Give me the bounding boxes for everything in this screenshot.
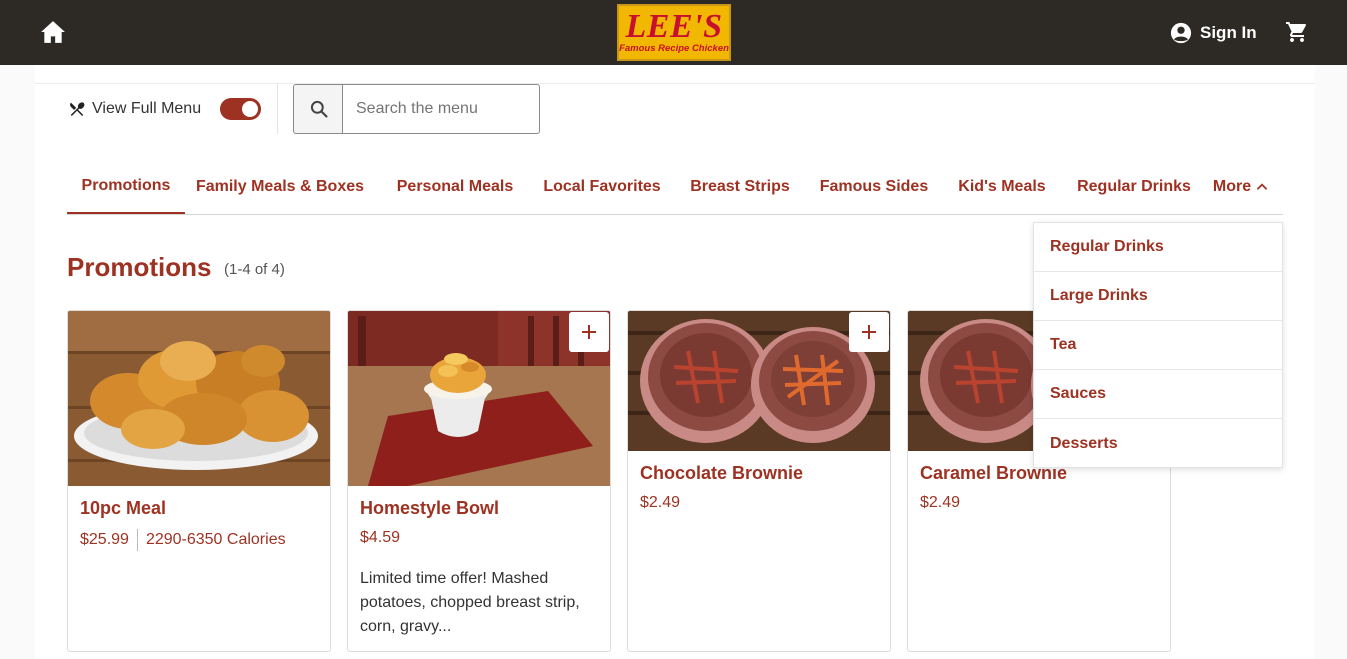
tab-personal-meals[interactable]: Personal Meals [389,160,521,214]
sign-in-label: Sign In [1200,23,1257,42]
top-bar: LEE'S Famous Recipe Chicken Sign In [0,0,1347,65]
search-button[interactable] [293,84,343,134]
search-icon [310,100,328,118]
dropdown-item-regular-drinks[interactable]: Regular Drinks [1034,223,1282,272]
tab-label: Breast Strips [690,178,790,195]
tab-label: More [1212,178,1252,195]
cart-icon [1286,22,1307,42]
view-full-menu-label: View Full Menu [92,100,202,117]
dropdown-item-desserts[interactable]: Desserts [1034,419,1282,468]
home-button[interactable] [33,12,73,52]
tab-breast-strips[interactable]: Breast Strips [685,160,795,214]
dropdown-item-sauces[interactable]: Sauces [1034,370,1282,419]
tab-label: Famous Sides [819,178,929,195]
view-full-menu: View Full Menu [68,98,201,120]
more-dropdown: Regular Drinks Large Drinks Tea Sauces D… [1033,222,1283,468]
price-row: $25.99 2290-6350 Calories [80,529,286,551]
item-price: $2.49 [920,494,961,511]
tab-regular-drinks[interactable]: Regular Drinks [1072,160,1196,214]
price-row: $2.49 [920,494,960,512]
divider [35,83,1315,84]
item-description: Limited time offer! Mashed potatoes, cho… [360,570,580,635]
item-price: $25.99 [80,531,129,548]
section-count: (1-4 of 4) [224,261,285,278]
item-calories: 2290-6350 Calories [145,531,286,548]
category-tabs: Promotions Family Meals & Boxes Personal… [67,160,1283,215]
item-name: 10pc Meal [80,498,167,518]
plus-icon [582,325,596,339]
lees-logo[interactable]: LEE'S Famous Recipe Chicken [617,4,731,61]
tab-kids-meals[interactable]: Kid's Meals [953,160,1051,214]
logo-main-text: LEE'S [625,8,723,45]
divider [277,84,278,134]
section-title: Promotions [67,252,212,282]
home-icon [41,21,65,43]
utensils-icon [70,102,85,116]
view-full-menu-toggle[interactable] [220,98,261,120]
chevron-up-icon [1257,183,1268,190]
menu-card-homestyle-bowl[interactable]: Homestyle Bowl $4.59 Limited time offer!… [347,310,611,652]
fried-chicken-image [68,311,330,486]
dropdown-item-tea[interactable]: Tea [1034,321,1282,370]
logo-sub-text: Famous Recipe Chicken [619,43,729,54]
tab-label: Promotions [81,177,171,194]
tab-label: Regular Drinks [1077,178,1191,195]
account-circle-icon [1170,22,1192,44]
tab-local-favorites[interactable]: Local Favorites [537,160,667,214]
price-row: $2.49 [640,494,680,512]
cart-button[interactable] [1277,12,1317,52]
toggle-knob [242,101,258,117]
divider [136,529,138,551]
search-input[interactable] [342,84,540,134]
menu-card-10pc-meal[interactable]: 10pc Meal $25.99 2290-6350 Calories [67,310,331,652]
add-to-order-button[interactable] [849,312,889,352]
sign-in-button[interactable]: Sign In [1170,20,1257,46]
plus-icon [862,325,876,339]
price-row: $4.59 [360,529,400,547]
item-price: $4.59 [360,529,401,546]
tab-label: Kid's Meals [958,178,1046,195]
tab-label: Local Favorites [543,178,661,195]
menu-card-chocolate-brownie[interactable]: Chocolate Brownie $2.49 [627,310,891,652]
dropdown-item-large-drinks[interactable]: Large Drinks [1034,272,1282,321]
add-to-order-button[interactable] [569,312,609,352]
item-name: Chocolate Brownie [640,463,804,483]
tab-famous-sides[interactable]: Famous Sides [815,160,933,214]
tab-label: Family Meals & Boxes [195,178,365,195]
tab-family-meals-boxes[interactable]: Family Meals & Boxes [193,160,367,214]
item-name: Homestyle Bowl [360,498,500,518]
tab-label: Personal Meals [396,178,514,195]
tab-more[interactable]: More [1209,160,1273,214]
item-price: $2.49 [640,494,681,511]
tab-promotions[interactable]: Promotions [67,160,185,214]
